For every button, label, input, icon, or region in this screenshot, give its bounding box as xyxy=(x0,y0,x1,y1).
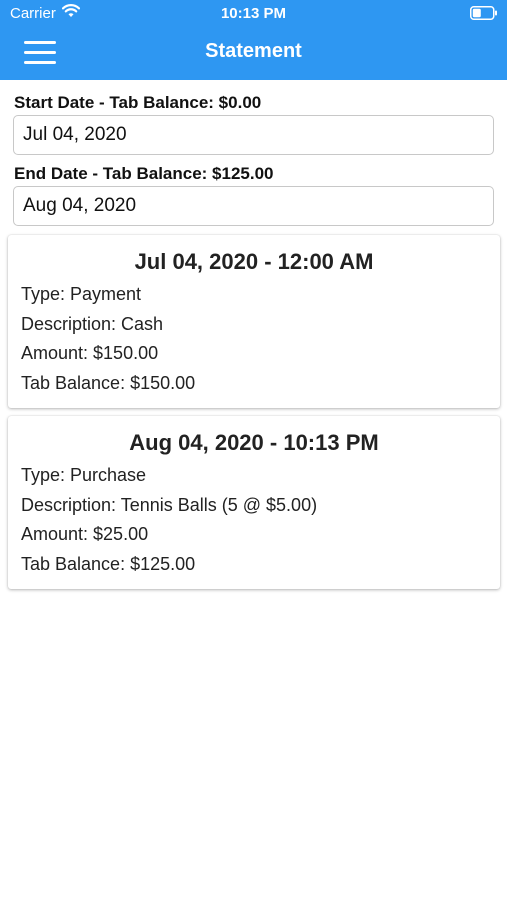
page-title: Statement xyxy=(205,40,302,62)
transaction-type: Type: Payment xyxy=(21,284,142,304)
transaction-datetime: Jul 04, 2020 - 12:00 AM xyxy=(134,249,374,274)
transaction-card: Jul 04, 2020 - 12:00 AM Type: Payment De… xyxy=(8,235,500,408)
transaction-datetime: Aug 04, 2020 - 10:13 PM xyxy=(129,430,379,455)
battery-icon xyxy=(470,6,497,20)
transaction-description: Description: Tennis Balls (5 @ $5.00) xyxy=(21,495,318,515)
transaction-amount: Amount: $150.00 xyxy=(21,343,159,363)
transaction-tab-balance: Tab Balance: $125.00 xyxy=(21,554,196,574)
transaction-tab-balance: Tab Balance: $150.00 xyxy=(21,373,196,393)
transaction-type: Type: Purchase xyxy=(21,465,147,485)
transaction-card: Aug 04, 2020 - 10:13 PM Type: Purchase D… xyxy=(8,416,500,589)
transaction-amount: Amount: $25.00 xyxy=(21,524,149,544)
start-date-field[interactable]: Jul 04, 2020 xyxy=(13,115,494,155)
status-bar: Carrier 10:13 PM xyxy=(0,0,507,28)
app-header: Carrier 10:13 PM Statement xyxy=(0,0,507,80)
end-date-field[interactable]: Aug 04, 2020 xyxy=(13,186,494,226)
nav-bar: Statement xyxy=(0,28,507,80)
end-date-label: End Date - Tab Balance: $125.00 xyxy=(14,164,274,183)
start-date-label: Start Date - Tab Balance: $0.00 xyxy=(14,93,262,112)
transaction-description: Description: Cash xyxy=(21,314,164,334)
clock-time: 10:13 PM xyxy=(220,5,287,22)
